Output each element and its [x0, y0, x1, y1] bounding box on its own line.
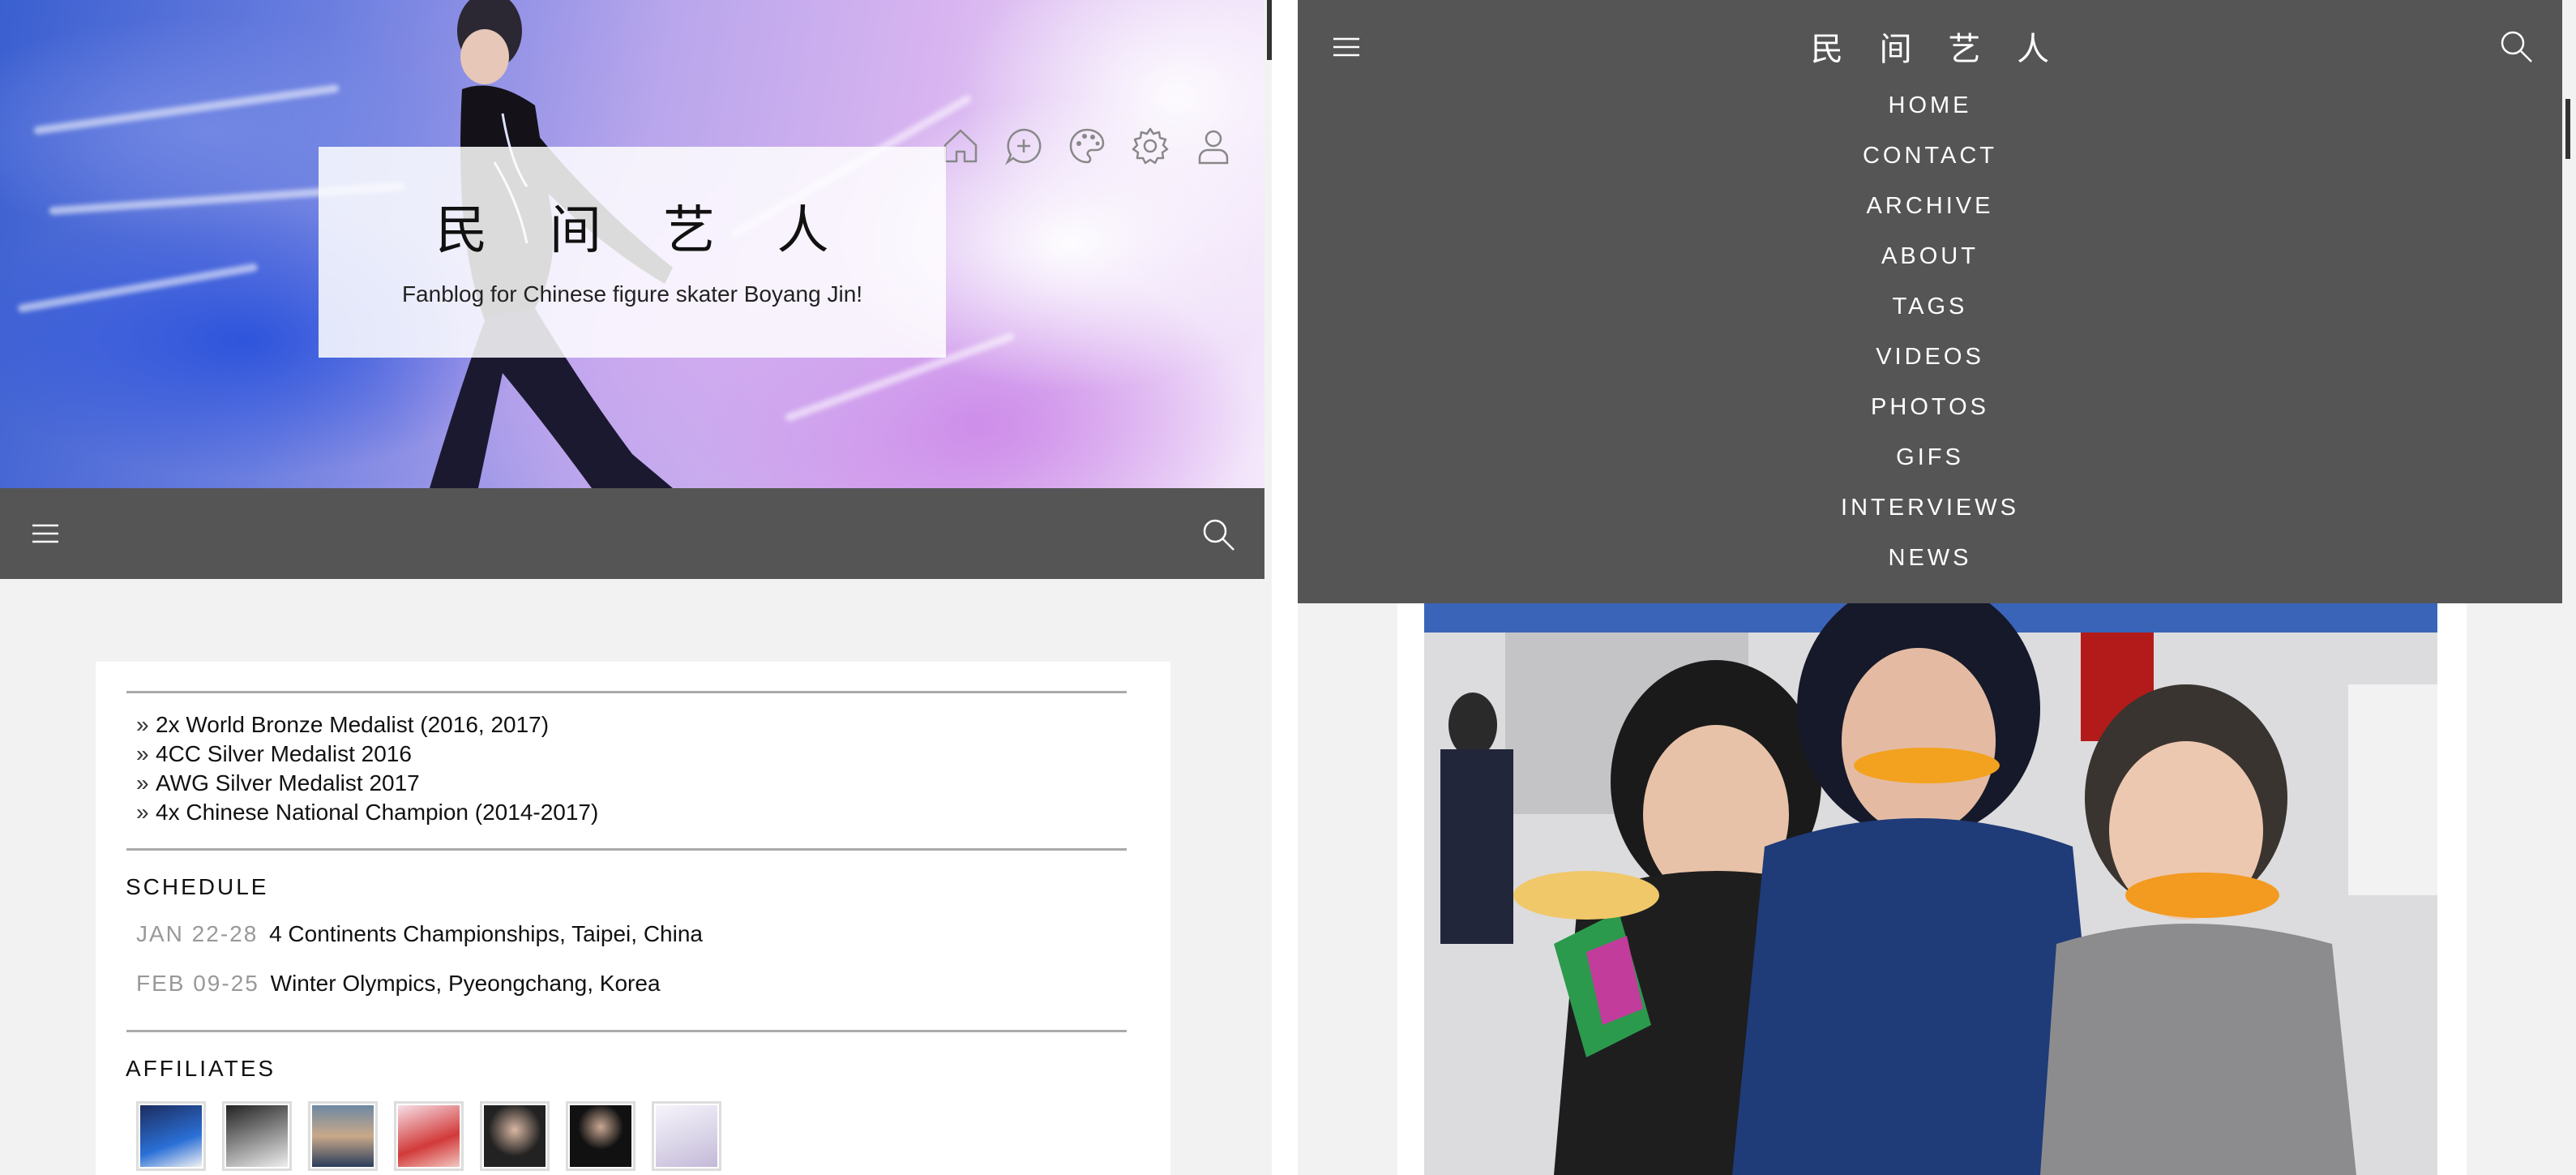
- menu-item-gifs[interactable]: GIFS: [1298, 441, 2562, 491]
- schedule-event: 4 Continents Championships, Taipei, Chin…: [269, 921, 703, 946]
- schedule-date: FEB 09-25: [136, 971, 259, 996]
- light-streak: [17, 263, 259, 313]
- affiliate-thumbnail[interactable]: [652, 1101, 721, 1171]
- menu-item-videos[interactable]: VIDEOS: [1298, 341, 2562, 391]
- affiliate-image: [484, 1105, 546, 1167]
- site-title[interactable]: 民 间 艺 人: [319, 189, 946, 264]
- menu-item-tags[interactable]: TAGS: [1298, 290, 2562, 341]
- divider: [126, 848, 1127, 851]
- header-banner-image: 民 间 艺 人 Fanblog for Chinese figure skate…: [0, 0, 1264, 488]
- bullet: »: [136, 741, 149, 766]
- sidebar-content-card: » 2x World Bronze Medalist (2016, 2017) »…: [96, 662, 1170, 1175]
- menu-item-contact[interactable]: CONTACT: [1298, 139, 2562, 190]
- affiliate-image: [570, 1105, 631, 1167]
- affiliates-list: [136, 1101, 721, 1171]
- list-item: » 4x Chinese National Champion (2014-2017…: [136, 798, 598, 827]
- schedule-item: JAN 22-28 4 Continents Championships, Ta…: [136, 921, 703, 947]
- menu-item-home[interactable]: HOME: [1298, 89, 2562, 139]
- affiliate-image: [312, 1105, 374, 1167]
- list-item: » 4CC Silver Medalist 2016: [136, 740, 598, 769]
- gear-icon[interactable]: [1130, 126, 1170, 166]
- bullet: »: [136, 770, 149, 795]
- menu-item-interviews[interactable]: INTERVIEWS: [1298, 491, 2562, 542]
- post-photo[interactable]: [1424, 603, 2437, 1175]
- header-icon-bar: [940, 126, 1234, 166]
- schedule-item: FEB 09-25 Winter Olympics, Pyeongchang, …: [136, 971, 661, 997]
- user-icon[interactable]: [1193, 126, 1234, 166]
- divider: [126, 1030, 1127, 1032]
- affiliate-thumbnail[interactable]: [222, 1101, 292, 1171]
- bullet: »: [136, 800, 149, 825]
- scrollbar-thumb[interactable]: [2565, 99, 2570, 159]
- site-subtitle: Fanblog for Chinese figure skater Boyang…: [401, 281, 863, 307]
- affiliate-thumbnail[interactable]: [308, 1101, 378, 1171]
- list-item: » AWG Silver Medalist 2017: [136, 769, 598, 798]
- list-item: » 2x World Bronze Medalist (2016, 2017): [136, 710, 598, 740]
- navbar: [0, 488, 1264, 579]
- menu-item-photos[interactable]: PHOTOS: [1298, 391, 2562, 441]
- affiliate-thumbnail[interactable]: [136, 1101, 206, 1171]
- menu-item-archive[interactable]: ARCHIVE: [1298, 190, 2562, 240]
- affiliate-image: [656, 1105, 717, 1167]
- panel-divider: [1272, 0, 1298, 1175]
- schedule-date: JAN 22-28: [136, 921, 259, 946]
- achievement-text: 2x World Bronze Medalist (2016, 2017): [156, 712, 550, 737]
- affiliate-thumbnail[interactable]: [480, 1101, 550, 1171]
- schedule-event: Winter Olympics, Pyeongchang, Korea: [270, 971, 661, 996]
- achievement-text: AWG Silver Medalist 2017: [156, 770, 420, 795]
- chat-bubble-icon[interactable]: [1003, 126, 1044, 166]
- search-icon[interactable]: [1200, 516, 1237, 553]
- affiliate-thumbnail[interactable]: [394, 1101, 464, 1171]
- affiliate-image: [398, 1105, 460, 1167]
- affiliate-image: [140, 1105, 202, 1167]
- left-page-view: 民 间 艺 人 Fanblog for Chinese figure skate…: [0, 0, 1264, 1175]
- hamburger-icon[interactable]: [29, 517, 62, 550]
- achievement-text: 4x Chinese National Champion (2014-2017): [156, 800, 599, 825]
- menu-item-about[interactable]: ABOUT: [1298, 240, 2562, 290]
- home-icon[interactable]: [940, 126, 981, 166]
- achievement-text: 4CC Silver Medalist 2016: [156, 741, 412, 766]
- menu-item-news[interactable]: NEWS: [1298, 542, 2562, 592]
- site-title-box: 民 间 艺 人 Fanblog for Chinese figure skate…: [319, 147, 946, 358]
- affiliates-heading: AFFILIATES: [126, 1056, 276, 1081]
- right-page-view: 民 间 艺 人 HOME CONTACT ARCHIVE ABOUT TAGS …: [1298, 0, 2576, 1175]
- palette-icon[interactable]: [1067, 126, 1107, 166]
- site-title[interactable]: 民 间 艺 人: [1298, 23, 2562, 70]
- divider: [126, 691, 1127, 693]
- achievements-list: » 2x World Bronze Medalist (2016, 2017) »…: [136, 710, 598, 827]
- search-icon[interactable]: [2497, 28, 2535, 65]
- dropdown-nav-menu: 民 间 艺 人 HOME CONTACT ARCHIVE ABOUT TAGS …: [1298, 0, 2562, 603]
- affiliate-image: [226, 1105, 288, 1167]
- schedule-heading: SCHEDULE: [126, 874, 269, 899]
- nav-menu-list: HOME CONTACT ARCHIVE ABOUT TAGS VIDEOS P…: [1298, 89, 2562, 592]
- light-streak: [33, 84, 340, 135]
- bullet: »: [136, 712, 149, 737]
- affiliate-thumbnail[interactable]: [566, 1101, 635, 1171]
